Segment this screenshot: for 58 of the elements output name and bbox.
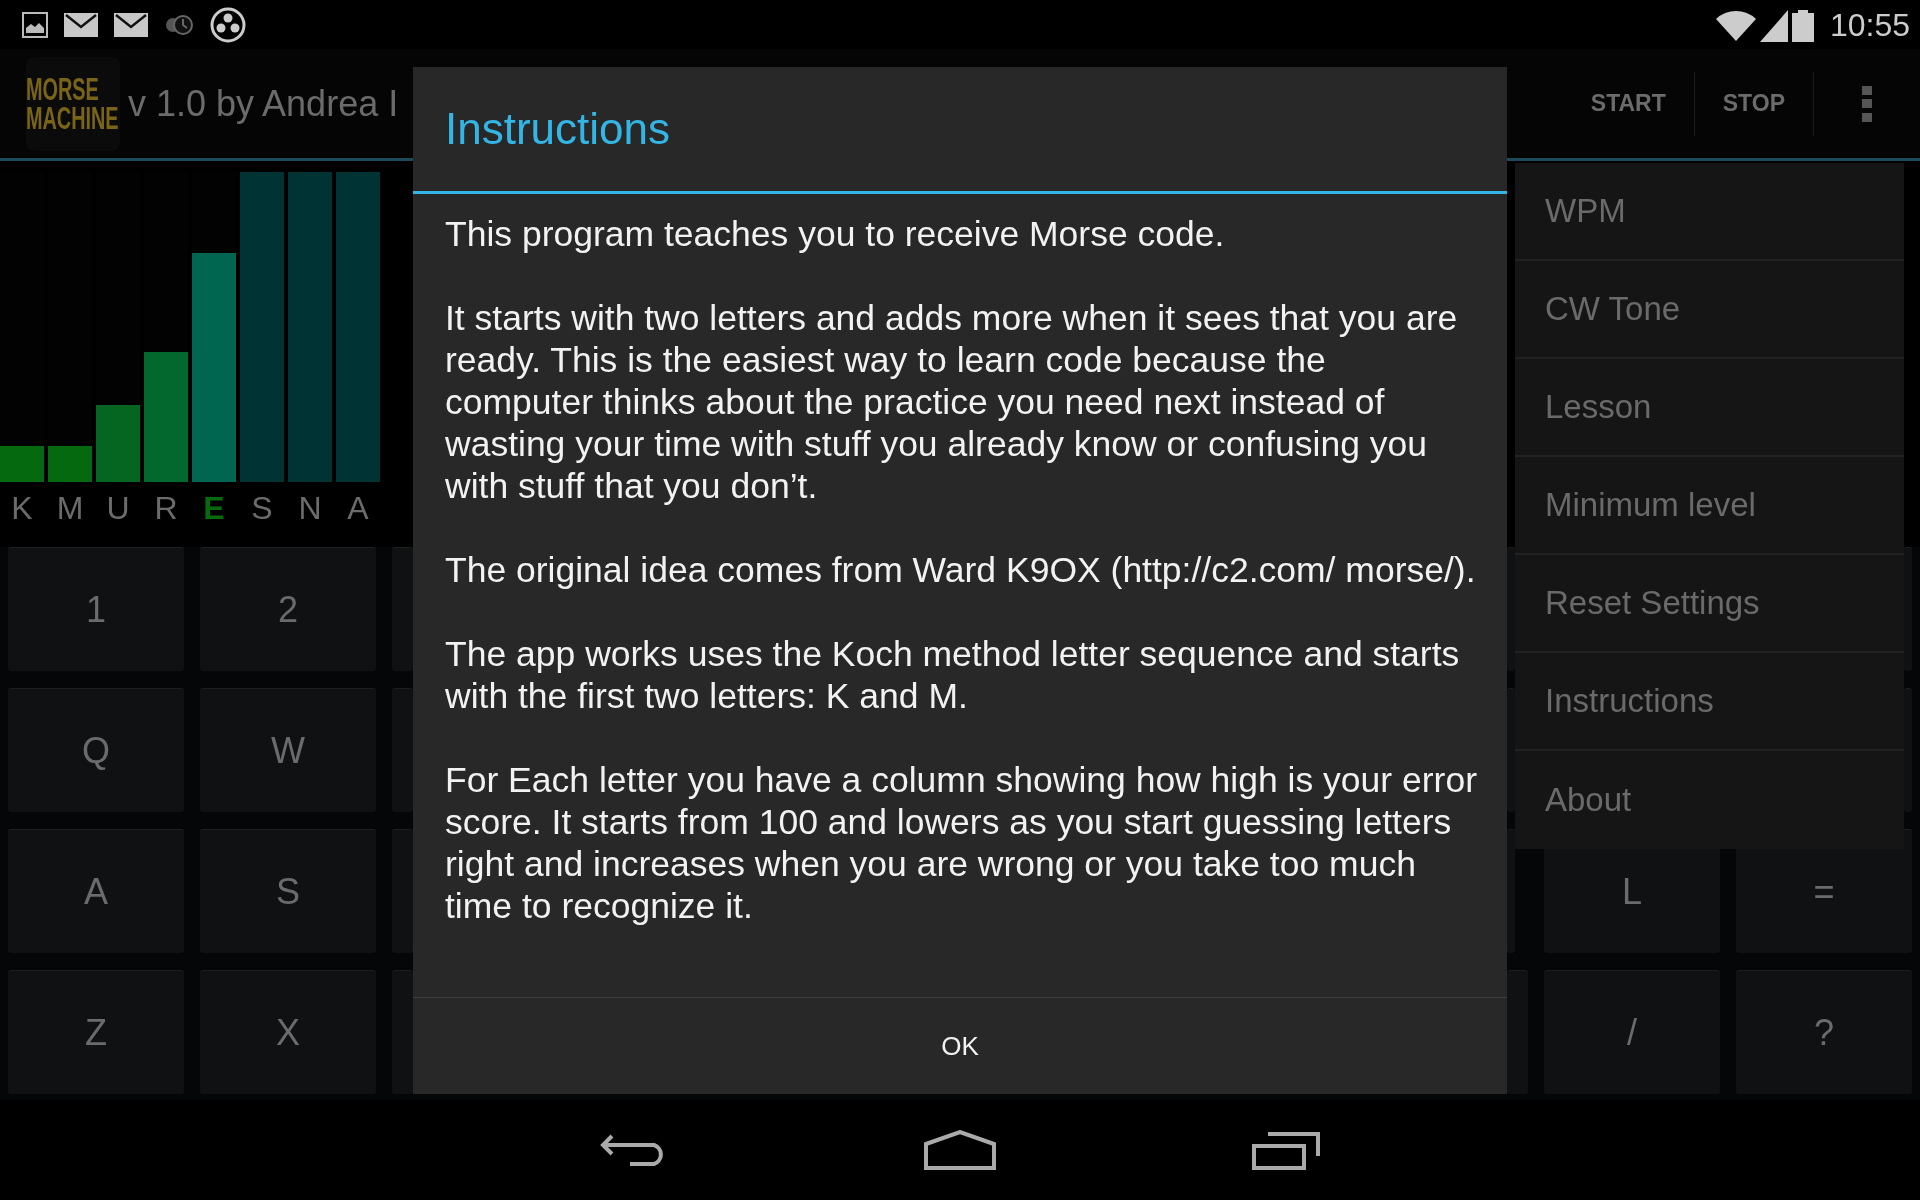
action-button[interactable]: STOP — [1694, 71, 1814, 136]
key-button[interactable] — [1507, 970, 1528, 1094]
menu-item[interactable]: CW Tone — [1515, 261, 1904, 359]
action-button[interactable]: START — [1562, 71, 1695, 136]
battery-icon — [1791, 9, 1814, 42]
mail-icon — [64, 12, 98, 37]
wifi-icon — [1715, 9, 1756, 42]
menu-item[interactable]: Instructions — [1515, 653, 1904, 751]
menu-item[interactable]: WPM — [1515, 163, 1904, 261]
key-button[interactable] — [392, 547, 413, 671]
instruction-paragraph: The app works uses the Koch method letter sequence and starts with the first two letters: K and M. — [445, 633, 1461, 717]
menu-item[interactable]: Minimum level — [1515, 457, 1904, 555]
key-button[interactable]: ? — [1736, 970, 1912, 1094]
key-button[interactable] — [1904, 547, 1912, 671]
key-button[interactable]: 2 — [200, 547, 376, 671]
letter-label: S — [250, 489, 274, 528]
letter-label: K — [10, 489, 34, 528]
key-button[interactable]: 1 — [8, 547, 184, 671]
letter-label: A — [346, 489, 370, 528]
key-button[interactable]: / — [1544, 970, 1720, 1094]
picture-icon — [22, 11, 48, 38]
clock-time: 10:55 — [1829, 7, 1910, 42]
home-icon[interactable] — [924, 1130, 996, 1170]
key-button[interactable] — [392, 688, 413, 812]
instruction-paragraph: The original idea comes from Ward K9OX (http://c2.com/ morse/). — [445, 549, 1477, 591]
key-button[interactable] — [392, 970, 413, 1094]
instruction-paragraph: This program teaches you to receive Morse code. — [445, 213, 1226, 255]
key-button[interactable] — [1507, 688, 1515, 812]
logo-text: MACHINE — [26, 103, 119, 133]
key-button[interactable]: A — [8, 829, 184, 953]
key-button[interactable]: W — [200, 688, 376, 812]
key-button[interactable] — [1507, 547, 1515, 671]
menu-item[interactable]: Reset Settings — [1515, 555, 1904, 653]
instruction-paragraph: For Each letter you have a column showing how high is your error score. It starts from 100 and lowers as you start guessing letters right and increases when you are wrong or you take too much time to recognize it. — [445, 759, 1478, 927]
overflow-menu-icon[interactable] — [1862, 85, 1872, 122]
key-button[interactable] — [1904, 688, 1912, 812]
key-button[interactable]: S — [200, 829, 376, 953]
key-button[interactable]: Q — [8, 688, 184, 812]
letter-label: N — [297, 489, 323, 528]
signal-icon — [1759, 9, 1788, 42]
dialog-title: Instructions — [413, 67, 1507, 194]
instruction-paragraph: It starts with two letters and adds more when it sees that you are ready. This is the easiest way to learn code because the computer thinks about the practice you need next instead of wasting your time with stuff you already know or confusing you with stuff that you don’t. — [445, 297, 1459, 507]
recent-apps-icon[interactable] — [1252, 1130, 1320, 1170]
clock-icon — [164, 13, 194, 36]
key-button[interactable] — [392, 829, 413, 953]
key-button[interactable] — [1507, 829, 1515, 953]
letter-label: E — [202, 489, 226, 528]
letter-label: R — [153, 489, 179, 528]
ok-button[interactable]: OK — [413, 997, 1507, 1094]
letter-label: M — [55, 489, 85, 528]
key-button[interactable]: Z — [8, 970, 184, 1094]
menu-item[interactable]: Lesson — [1515, 359, 1904, 457]
letter-label: U — [105, 489, 131, 528]
app-title: v 1.0 by Andrea I — [128, 82, 399, 125]
key-button[interactable]: X — [200, 970, 376, 1094]
mail-icon — [114, 12, 148, 37]
logo-text: MORSE — [26, 74, 99, 104]
circle-dots-icon — [210, 6, 246, 43]
